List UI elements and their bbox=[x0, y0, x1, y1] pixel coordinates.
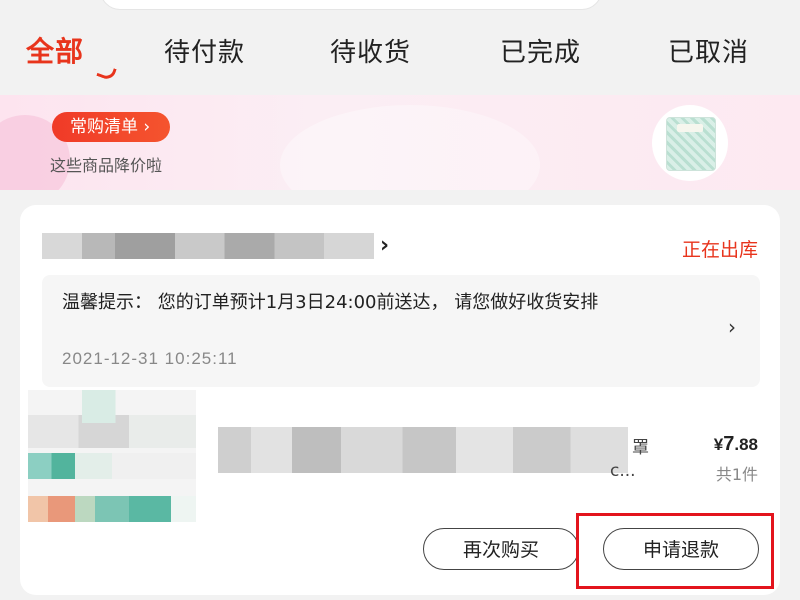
chevron-right-icon: › bbox=[728, 315, 736, 339]
tab-active-indicator bbox=[96, 63, 117, 82]
refund-highlight-box bbox=[576, 513, 774, 589]
order-tabs: 全部 待付款 待收货 已完成 已取消 bbox=[0, 22, 800, 82]
store-chevron-icon[interactable]: › bbox=[380, 233, 389, 258]
wipes-label bbox=[677, 124, 703, 132]
store-name-blurred[interactable] bbox=[42, 233, 374, 259]
tab-pending-receipt[interactable]: 待收货 bbox=[330, 32, 411, 69]
frequent-purchase-list-button[interactable]: 常购清单 › bbox=[52, 112, 171, 142]
tab-completed[interactable]: 已完成 bbox=[500, 32, 581, 69]
wipes-product-image bbox=[666, 117, 716, 171]
banner-subtitle: 这些商品降价啦 bbox=[50, 156, 163, 175]
rebuy-button[interactable]: 再次购买 bbox=[423, 528, 579, 570]
price-symbol: ¥ bbox=[713, 435, 724, 454]
banner-product-thumbnail[interactable] bbox=[652, 105, 728, 181]
product-title-blurred[interactable] bbox=[218, 427, 628, 473]
product-title-tail: c... bbox=[610, 461, 636, 481]
frequent-purchase-banner[interactable]: 常购清单 › 这些商品降价啦 bbox=[0, 95, 800, 190]
delivery-tip-box[interactable]: 温馨提示： 您的订单预计1月3日24:00前送达， 请您做好收货安排 › 202… bbox=[42, 275, 760, 387]
banner-decoration bbox=[280, 105, 540, 190]
product-quantity: 共1件 bbox=[715, 465, 758, 484]
price-decimal: .88 bbox=[734, 435, 758, 454]
product-price: ¥7.88 bbox=[714, 433, 758, 456]
tab-all[interactable]: 全部 bbox=[26, 30, 84, 70]
search-bar[interactable] bbox=[100, 0, 602, 10]
order-timestamp: 2021-12-31 10:25:11 bbox=[62, 349, 238, 368]
tab-pending-payment[interactable]: 待付款 bbox=[164, 32, 245, 69]
order-status: 正在出库 bbox=[681, 239, 758, 261]
tab-cancelled[interactable]: 已取消 bbox=[668, 32, 749, 69]
product-title-tail: 罩 bbox=[632, 438, 649, 458]
product-image-blurred[interactable] bbox=[28, 390, 196, 522]
price-integer: 7 bbox=[723, 433, 735, 455]
delivery-tip-text: 温馨提示： 您的订单预计1月3日24:00前送达， 请您做好收货安排 bbox=[62, 292, 599, 313]
